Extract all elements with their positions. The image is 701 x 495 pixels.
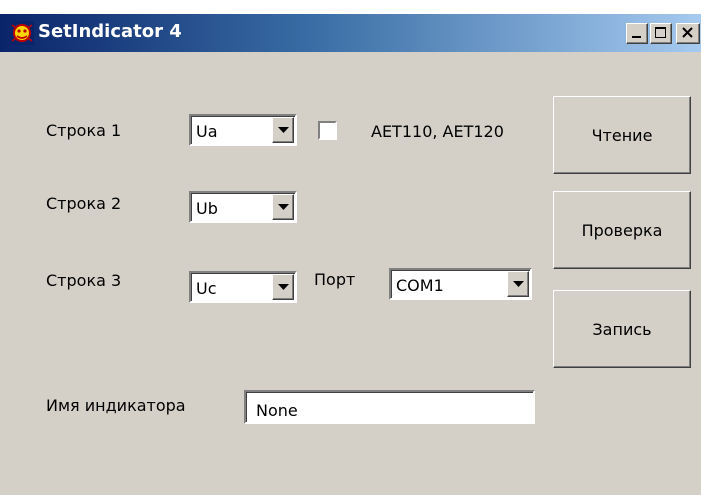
maximize-button[interactable]: [650, 23, 672, 44]
row1-combo[interactable]: Ua: [189, 114, 297, 146]
indicator-name-input[interactable]: [244, 390, 535, 424]
port-combo-value: COM1: [396, 276, 444, 295]
port-label: Порт: [314, 270, 356, 289]
aet-checkbox[interactable]: [318, 121, 337, 140]
row2-dropdown-button[interactable]: [272, 194, 294, 220]
chevron-down-icon: [278, 284, 289, 290]
window-title: SetIndicator 4: [38, 21, 182, 42]
row3-combo[interactable]: Uc: [189, 271, 297, 303]
chevron-down-icon: [278, 127, 289, 133]
maximize-icon: [655, 27, 666, 38]
row3-label: Строка 3: [46, 271, 122, 290]
row1-combo-value: Ua: [196, 122, 218, 141]
row1-label: Строка 1: [46, 121, 122, 140]
row3-combo-value: Uc: [196, 279, 217, 298]
indicator-name-label: Имя индикатора: [46, 396, 186, 415]
row2-combo-value: Ub: [196, 199, 218, 218]
close-button[interactable]: [676, 23, 700, 44]
main-window: SetIndicator 4 Строка 1 Ua AET110, AET12…: [0, 14, 701, 495]
check-button[interactable]: Проверка: [553, 191, 691, 269]
minimize-button[interactable]: [626, 23, 648, 44]
row2-combo[interactable]: Ub: [189, 191, 297, 223]
chevron-down-icon: [513, 281, 524, 287]
chevron-down-icon: [278, 204, 289, 210]
app-icon: [10, 21, 34, 45]
row2-label: Строка 2: [46, 194, 122, 213]
write-button[interactable]: Запись: [553, 290, 691, 368]
close-icon: [682, 27, 693, 38]
port-combo[interactable]: COM1: [389, 268, 532, 300]
minimize-icon: [632, 36, 641, 38]
title-bar[interactable]: SetIndicator 4: [0, 14, 701, 52]
row1-dropdown-button[interactable]: [272, 117, 294, 143]
port-dropdown-button[interactable]: [507, 271, 529, 297]
aet-checkbox-label[interactable]: AET110, AET120: [371, 122, 504, 141]
read-button[interactable]: Чтение: [553, 96, 691, 174]
row3-dropdown-button[interactable]: [272, 274, 294, 300]
